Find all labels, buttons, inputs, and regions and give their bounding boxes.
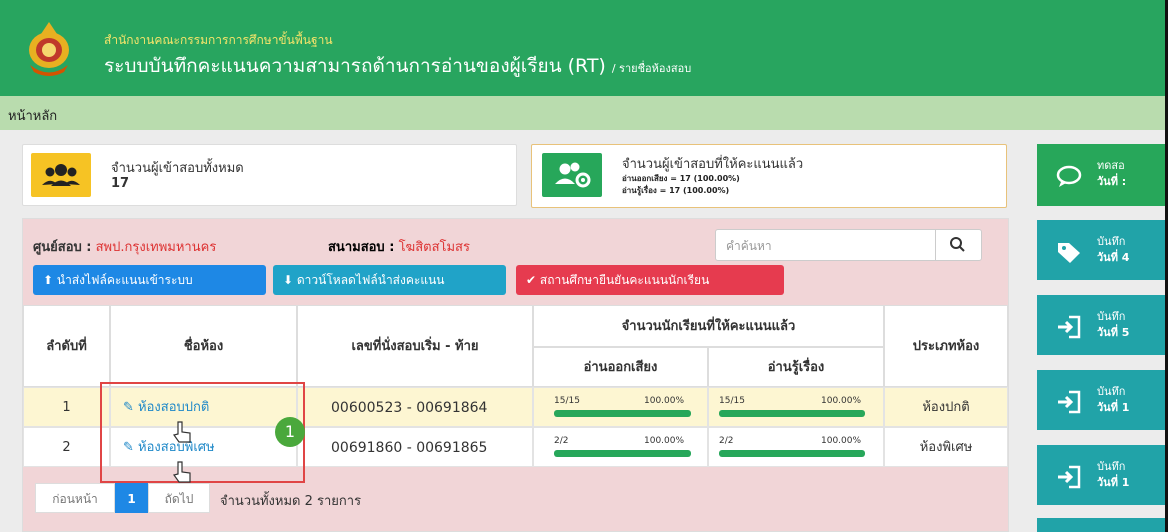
scored-read-comprehension: อ่านรู้เรื่อง = 17 (100.00%) [622, 186, 730, 195]
right-menu-item[interactable]: บันทึก วันที่ 1 [1037, 370, 1168, 430]
search-input[interactable]: คำค้นหา [726, 237, 772, 256]
exam-venue-value: โฆสิตสโมสร [398, 240, 470, 255]
header-seat-range: เลขที่นั่งสอบเริ่ม - ท้าย [297, 305, 533, 387]
home-link[interactable]: หน้าหลัก [8, 105, 57, 126]
read-aloud-progress: 2/2 100.00% [533, 427, 708, 467]
search-box: คำค้นหา [715, 229, 982, 261]
progress-count: 15/15 [719, 396, 745, 406]
exam-venue-label: สนามสอบ : [328, 240, 395, 255]
exam-center-label: ศูนย์สอบ : [33, 240, 92, 255]
record-count: จำนวนทั้งหมด 2 รายการ [220, 494, 362, 509]
progress-bar [719, 450, 865, 457]
search-icon [950, 237, 965, 252]
header-no: ลำดับที่ [23, 305, 110, 387]
upload-scores-label: นำส่งไฟล์คะแนนเข้าระบบ [56, 273, 193, 287]
room-type: ห้องพิเศษ [884, 427, 1008, 467]
progress-bar [554, 450, 691, 457]
total-examinees-card: จำนวนผู้เข้าสอบทั้งหมด 17 [22, 144, 517, 206]
header-scored: จำนวนนักเรียนที่ให้คะแนนแล้ว [533, 305, 884, 347]
confirm-scores-label: สถานศึกษายืนยันคะแนนนักเรียน [539, 273, 710, 287]
users-gear-icon [542, 153, 602, 197]
download-scores-label: ดาวน์โหลดไฟล์นำส่งคะแนน [296, 273, 445, 287]
right-menu-item[interactable]: บันทึก วันที่ 4 [1037, 220, 1168, 280]
header-read-aloud: อ่านออกเสียง [533, 347, 708, 387]
sign-in-icon [1058, 390, 1081, 414]
obec-logo [24, 20, 74, 78]
header-room-type: ประเภทห้อง [884, 305, 1008, 387]
download-scores-button[interactable]: ⬇ ดาวน์โหลดไฟล์นำส่งคะแนน [273, 265, 506, 295]
search-button[interactable] [935, 230, 981, 260]
confirm-scores-button[interactable]: ✔ สถานศึกษายืนยันคะแนนนักเรียน [516, 265, 784, 295]
progress-percent: 100.00% [821, 436, 862, 446]
progress-count: 15/15 [554, 396, 580, 406]
exam-center-info: ศูนย์สอบ : สพป.กรุงเทพมหานคร [33, 236, 216, 257]
right-menu-date: วันที่ : [1097, 175, 1127, 188]
comment-icon [1056, 165, 1082, 187]
scored-examinees-card: จำนวนผู้เข้าสอบที่ให้คะแนนแล้ว อ่านออกเส… [531, 144, 1007, 208]
seat-range: 00691860 - 00691865 [297, 427, 533, 467]
total-examinees-label: จำนวนผู้เข้าสอบทั้งหมด [111, 161, 244, 176]
page-1-button[interactable]: 1 [115, 483, 148, 513]
progress-percent: 100.00% [644, 396, 685, 406]
right-menu-date: วันที่ 4 [1097, 251, 1130, 264]
users-icon [31, 153, 91, 197]
prev-page-button[interactable]: ก่อนหน้า [35, 483, 115, 513]
org-name: สำนักงานคณะกรรมการการศึกษาขั้นพื้นฐาน [104, 33, 333, 47]
sign-in-icon [1058, 315, 1081, 339]
progress-percent: 100.00% [821, 396, 862, 406]
sign-in-icon [1058, 465, 1081, 489]
progress-count: 2/2 [554, 436, 569, 446]
header-read-comprehension: อ่านรู้เรื่อง [708, 347, 884, 387]
progress-bar [554, 410, 691, 417]
progress-percent: 100.00% [644, 436, 685, 446]
right-menu-date: วันที่ 1 [1097, 401, 1130, 414]
breadcrumb: / รายชื่อห้องสอบ [611, 62, 692, 75]
pointer-cursor-icon [172, 461, 191, 483]
row-no: 2 [23, 427, 110, 467]
page-title: ระบบบันทึกคะแนนความสามารถด้านการอ่านของผ… [104, 51, 691, 81]
read-comprehension-progress: 15/15 100.00% [708, 387, 884, 427]
header: สำนักงานคณะกรรมการการศึกษาขั้นพื้นฐาน ระ… [0, 0, 1168, 96]
right-menu-item[interactable]: ทดสอ วันที่ : [1037, 144, 1168, 206]
next-page-button[interactable]: ถัดไป [148, 483, 210, 513]
right-menu-date: วันที่ 5 [1097, 326, 1130, 339]
step-number-badge: 1 [275, 417, 305, 447]
system-title: ระบบบันทึกคะแนนความสามารถด้านการอ่านของผ… [104, 55, 606, 77]
right-menu-date: วันที่ 1 [1097, 476, 1130, 489]
exam-center-value: สพป.กรุงเทพมหานคร [95, 240, 217, 255]
right-menu-item[interactable]: บันทึก วันที่ 1 [1037, 445, 1168, 505]
room-type: ห้องปกติ [884, 387, 1008, 427]
right-menu-item[interactable]: บันทึก วันที่ 5 [1037, 295, 1168, 355]
scored-examinees-label: จำนวนผู้เข้าสอบที่ให้คะแนนแล้ว [622, 157, 804, 172]
pointer-cursor-icon [172, 421, 191, 443]
progress-bar [719, 410, 865, 417]
read-comprehension-progress: 2/2 100.00% [708, 427, 884, 467]
breadcrumb-bar: หน้าหลัก [0, 96, 1168, 130]
header-room: ชื่อห้อง [110, 305, 297, 387]
progress-count: 2/2 [719, 436, 734, 446]
total-examinees-value: 17 [111, 176, 130, 191]
tag-icon [1058, 243, 1080, 263]
seat-range: 00600523 - 00691864 [297, 387, 533, 427]
read-aloud-progress: 15/15 100.00% [533, 387, 708, 427]
exam-venue-info: สนามสอบ : โฆสิตสโมสร [328, 236, 470, 257]
right-menu-item[interactable] [1037, 518, 1168, 532]
upload-scores-button[interactable]: ⬆ นำส่งไฟล์คะแนนเข้าระบบ [33, 265, 266, 295]
row-no: 1 [23, 387, 110, 427]
